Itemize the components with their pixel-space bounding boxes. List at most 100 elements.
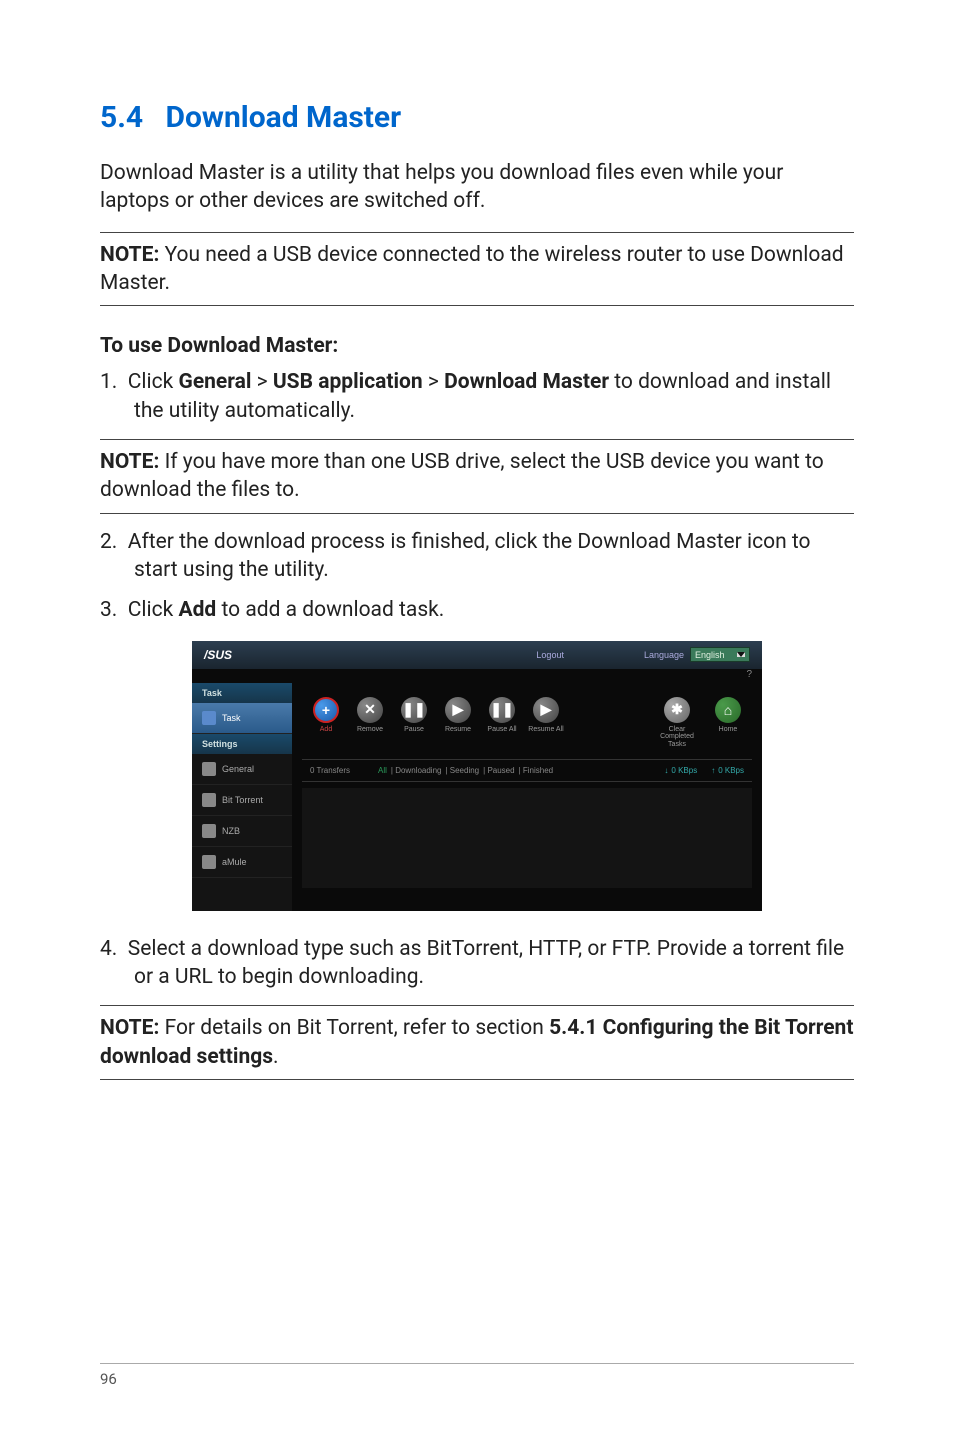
filter-seeding[interactable]: | Seeding	[445, 766, 479, 775]
help-bar: ?	[192, 669, 762, 683]
tool-label: Clear Completed Tasks	[652, 726, 702, 749]
page-number: 96	[100, 1363, 854, 1388]
section-title: 5.4 Download Master	[100, 100, 854, 135]
help-icon[interactable]: ?	[746, 669, 752, 680]
app-body: Task Task Settings General Bit Torrent N…	[192, 683, 762, 911]
x-icon: ✕	[357, 697, 383, 723]
note-box-3: NOTE: For details on Bit Torrent, refer …	[100, 1005, 854, 1080]
play-icon: ▶	[445, 697, 471, 723]
subheading: To use Download Master:	[100, 334, 854, 358]
task-icon	[202, 711, 216, 725]
arrow-down-icon	[664, 766, 668, 775]
resume-button[interactable]: ▶ Resume	[440, 697, 476, 734]
filter-paused[interactable]: | Paused	[483, 766, 514, 775]
main-panel: + Add ✕ Remove ❚❚ Pause ▶ Resume ❚❚ Pause All…	[292, 683, 762, 911]
pause-button[interactable]: ❚❚ Pause	[396, 697, 432, 734]
wrench-icon	[202, 855, 216, 869]
speed-indicators: 0 KBps 0 KBps	[664, 766, 744, 775]
resume-all-button[interactable]: ▶ Resume All	[528, 697, 564, 734]
txt: Click	[128, 598, 179, 622]
filter-all[interactable]: All	[378, 766, 387, 775]
note-label: NOTE:	[100, 243, 159, 267]
note-box-2: NOTE: If you have more than one USB driv…	[100, 439, 854, 514]
sidebar-item-task[interactable]: Task	[192, 703, 292, 734]
resume-all-icon: ▶	[533, 697, 559, 723]
step-4-item: 4. Select a download type such as BitTor…	[100, 935, 854, 992]
sidebar-item-label: Bit Torrent	[222, 795, 263, 805]
step-3-item: 3. Click Add to add a download task.	[100, 596, 854, 624]
clear-completed-button[interactable]: ✱ Clear Completed Tasks	[652, 697, 702, 749]
txt: to add a download task.	[216, 598, 444, 622]
tool-label: Pause	[404, 726, 424, 734]
step-num: 3.	[100, 598, 117, 622]
note-text: If you have more than one USB drive, sel…	[100, 450, 824, 502]
sidebar-section-task: Task	[192, 683, 292, 703]
section-number: 5.4	[100, 100, 143, 135]
note-text: .	[273, 1045, 279, 1069]
plus-icon: +	[313, 697, 339, 723]
tool-label: Home	[719, 726, 738, 734]
txt: >	[251, 370, 272, 394]
pause-all-icon: ❚❚	[489, 697, 515, 723]
sidebar-item-bittorrent[interactable]: Bit Torrent	[192, 785, 292, 816]
sidebar-item-nzb[interactable]: NZB	[192, 816, 292, 847]
tool-label: Pause All	[487, 726, 516, 734]
download-master-screenshot: /SUS Logout Language English ? Task Task…	[192, 641, 762, 911]
filter-finished[interactable]: | Finished	[519, 766, 554, 775]
bold: Add	[179, 598, 217, 622]
add-button[interactable]: + Add	[308, 697, 344, 734]
note-text: For details on Bit Torrent, refer to sec…	[159, 1016, 549, 1040]
language-value: English	[695, 650, 725, 660]
txt: After the download process is finished, …	[128, 530, 811, 582]
tool-label: Resume	[445, 726, 471, 734]
download-speed: 0 KBps	[664, 766, 697, 775]
arrow-up-icon	[711, 766, 715, 775]
tool-label: Resume All	[528, 726, 563, 734]
language-select[interactable]: English	[690, 647, 750, 662]
filter-downloading[interactable]: | Downloading	[391, 766, 442, 775]
tool-label: Add	[320, 726, 332, 734]
note-text: You need a USB device connected to the w…	[100, 243, 844, 295]
home-icon: ⌂	[715, 697, 741, 723]
wrench-icon	[202, 762, 216, 776]
step-2-item: 2. After the download process is finishe…	[100, 528, 854, 585]
sidebar-section-settings: Settings	[192, 734, 292, 754]
bold: USB application	[273, 370, 423, 394]
txt: Select a download type such as BitTorren…	[128, 937, 844, 989]
upload-speed: 0 KBps	[711, 766, 744, 775]
sidebar-item-label: Task	[222, 713, 241, 723]
note-box-1: NOTE: You need a USB device connected to…	[100, 232, 854, 307]
intro-paragraph: Download Master is a utility that helps …	[100, 159, 854, 216]
step-1-item: 1. Click General > USB application > Dow…	[100, 368, 854, 425]
step-num: 4.	[100, 937, 117, 961]
bold: General	[179, 370, 252, 394]
sidebar-item-label: General	[222, 764, 254, 774]
note-label: NOTE:	[100, 1016, 159, 1040]
txt: >	[423, 370, 444, 394]
wrench-icon	[202, 793, 216, 807]
asterisk-icon: ✱	[664, 697, 690, 723]
toolbar: + Add ✕ Remove ❚❚ Pause ▶ Resume ❚❚ Pause All…	[302, 693, 752, 753]
step-num: 2.	[100, 530, 117, 554]
sidebar-item-amule[interactable]: aMule	[192, 847, 292, 878]
language-label: Language	[644, 650, 684, 660]
sidebar-item-label: aMule	[222, 857, 247, 867]
txt: Click	[128, 370, 179, 394]
home-button[interactable]: ⌂ Home	[710, 697, 746, 734]
wrench-icon	[202, 824, 216, 838]
tool-label: Remove	[357, 726, 383, 734]
pause-all-button[interactable]: ❚❚ Pause All	[484, 697, 520, 734]
step-num: 1.	[100, 370, 117, 394]
remove-button[interactable]: ✕ Remove	[352, 697, 388, 734]
filter-bar: 0 Transfers All | Downloading | Seeding …	[302, 759, 752, 782]
sidebar-item-label: NZB	[222, 826, 240, 836]
logout-link[interactable]: Logout	[536, 650, 564, 660]
section-name: Download Master	[166, 100, 402, 135]
pause-icon: ❚❚	[401, 697, 427, 723]
transfers-count: 0 Transfers	[310, 766, 350, 775]
sidebar: Task Task Settings General Bit Torrent N…	[192, 683, 292, 911]
bold: Download Master	[444, 370, 609, 394]
sidebar-item-general[interactable]: General	[192, 754, 292, 785]
note-label: NOTE:	[100, 450, 159, 474]
asus-logo: /SUS	[204, 648, 536, 662]
